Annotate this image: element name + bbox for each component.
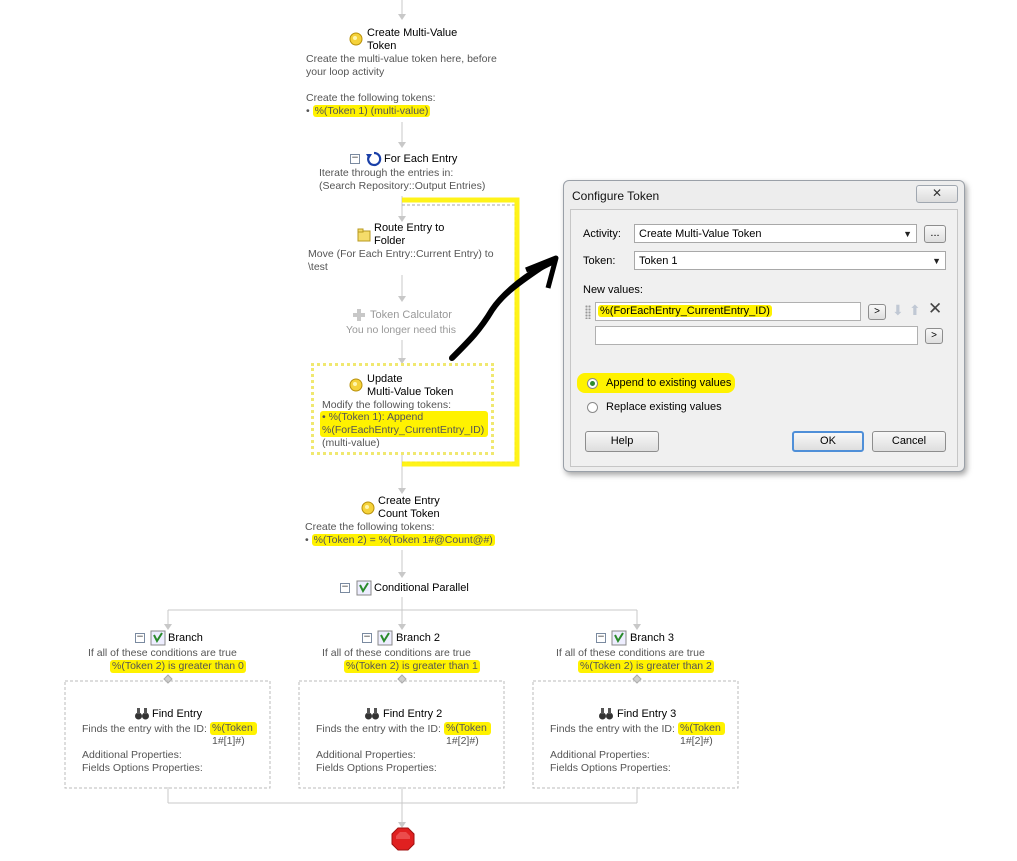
replace-label: Replace existing values [606, 401, 722, 413]
find-entry-3-desc: Finds the entry with the ID: [550, 723, 675, 735]
branch-1-title: Branch [168, 632, 203, 644]
stop-icon [391, 827, 415, 851]
move-up-icon[interactable]: ⬆ [909, 302, 921, 319]
collapse-icon[interactable]: − [362, 633, 372, 643]
token-icon [349, 32, 363, 46]
collapse-icon[interactable]: − [135, 633, 145, 643]
token-calculator-desc: You no longer need this [346, 324, 456, 336]
branch-2-title: Branch 2 [396, 632, 441, 644]
token-select[interactable]: Token 1 ▼ [634, 251, 946, 270]
branch-3-title: Branch 3 [630, 632, 675, 644]
find-entry-1-id: %(Token 1#[1]#) [210, 722, 257, 747]
move-down-icon[interactable]: ⬇ [892, 302, 904, 319]
append-radio[interactable] [587, 378, 598, 389]
create-multi-value-token: %(Token 1) (multi-value) [312, 105, 431, 117]
collapse-icon[interactable]: − [340, 583, 350, 593]
activity-select[interactable]: Create Multi-Value Token ▼ [634, 224, 917, 243]
folder-icon [357, 228, 371, 242]
find-entry-1-title: Find Entry [152, 708, 203, 720]
drag-handle-icon[interactable] [585, 305, 591, 319]
activity-browse-button[interactable]: ... [924, 225, 946, 243]
find-entry-3-props1: Additional Properties: [550, 749, 650, 761]
append-option[interactable]: Append to existing values [577, 373, 735, 393]
find-entry-1-props2: Fields Options Properties: [82, 762, 203, 774]
conditional-icon [356, 580, 372, 596]
token-calculator-title: Token Calculator [370, 309, 452, 321]
create-count-tokens-label: Create the following tokens: [305, 521, 435, 533]
activity-label: Activity: [583, 228, 621, 240]
expand-value-2-button[interactable]: > [925, 328, 943, 344]
loop-icon [366, 151, 382, 167]
branch-1-cond-label: If all of these conditions are true [88, 647, 237, 659]
update-multi-value-token: • %(Token 1): Append %(ForEachEntry_Curr… [320, 411, 488, 437]
dialog-title: Configure Token [572, 189, 660, 203]
binoculars-icon [135, 708, 149, 720]
token-icon [361, 501, 375, 515]
create-multi-value-title: Create Multi-Value Token [367, 27, 458, 52]
create-count-title: Create Entry Count Token [378, 495, 440, 520]
branch-1-cond: %(Token 2) is greater than 0 [110, 660, 246, 673]
find-entry-1-props1: Additional Properties: [82, 749, 182, 761]
collapse-icon[interactable]: − [596, 633, 606, 643]
new-values-label: New values: [583, 284, 643, 296]
activity-select-value: Create Multi-Value Token [639, 228, 762, 240]
cancel-button[interactable]: Cancel [872, 431, 946, 452]
token-icon [349, 378, 363, 392]
find-entry-3-props2: Fields Options Properties: [550, 762, 671, 774]
find-entry-2-title: Find Entry 2 [383, 708, 443, 720]
configure-token-dialog: Configure Token ✕ Activity: Create Multi… [563, 180, 965, 472]
find-entry-3-title: Find Entry 3 [617, 708, 677, 720]
branch-2-cond: %(Token 2) is greater than 1 [344, 660, 480, 673]
binoculars-icon [365, 708, 379, 720]
close-button[interactable]: ✕ [916, 185, 958, 203]
token-select-value: Token 1 [639, 255, 678, 267]
create-multi-value-token-row: • %(Token 1) (multi-value) [306, 105, 431, 117]
find-entry-2-id: %(Token 1#[2]#) [444, 722, 491, 747]
branch-3-cond-label: If all of these conditions are true [556, 647, 705, 659]
branch-3-cond: %(Token 2) is greater than 2 [578, 660, 714, 673]
route-entry-title: Route Entry to Folder [374, 222, 445, 247]
new-value-field-1[interactable]: %(ForEachEntry_CurrentEntry_ID) [595, 302, 861, 321]
branch-icon [150, 630, 166, 646]
conditional-parallel-title: Conditional Parallel [374, 582, 469, 594]
replace-radio[interactable] [587, 402, 598, 413]
find-entry-1-desc: Finds the entry with the ID: [82, 723, 207, 735]
create-multi-value-desc: Create the multi-value token here, befor… [306, 53, 497, 78]
update-multi-value-title: Update Multi-Value Token [367, 373, 454, 398]
for-each-entry-desc: Iterate through the entries in: (Search … [319, 167, 486, 192]
token-label: Token: [583, 255, 616, 267]
plus-icon [353, 309, 365, 321]
find-entry-2-props1: Additional Properties: [316, 749, 416, 761]
route-entry-desc: Move (For Each Entry::Current Entry) to … [308, 248, 494, 273]
chevron-down-icon: ▼ [932, 256, 941, 266]
find-entry-2-props2: Fields Options Properties: [316, 762, 437, 774]
find-entry-2-desc: Finds the entry with the ID: [316, 723, 441, 735]
branch-icon [377, 630, 393, 646]
chevron-down-icon: ▼ [903, 229, 912, 239]
find-entry-3-id: %(Token 1#[2]#) [678, 722, 725, 747]
create-count-token-row: • %(Token 2) = %(Token 1#@Count@#) [305, 534, 495, 546]
create-multi-value-tokens-label: Create the following tokens: [306, 92, 436, 104]
new-value-1: %(ForEachEntry_CurrentEntry_ID) [598, 305, 772, 317]
collapse-icon[interactable]: − [350, 154, 360, 164]
append-label: Append to existing values [606, 377, 732, 389]
update-multi-value-node[interactable]: Update Multi-Value Token Modify the foll… [311, 363, 494, 455]
for-each-entry-title: For Each Entry [384, 153, 458, 165]
new-value-field-2[interactable] [595, 326, 918, 345]
create-count-token: %(Token 2) = %(Token 1#@Count@#) [311, 534, 495, 546]
dialog-body: Activity: Create Multi-Value Token ▼ ...… [570, 209, 958, 467]
branch-icon [611, 630, 627, 646]
ok-button[interactable]: OK [792, 431, 864, 452]
replace-option[interactable]: Replace existing values [577, 398, 777, 416]
binoculars-icon [599, 708, 613, 720]
branch-2-cond-label: If all of these conditions are true [322, 647, 471, 659]
delete-icon[interactable]: ✕ [928, 299, 942, 319]
update-multi-value-suffix: (multi-value) [322, 437, 380, 449]
help-button[interactable]: Help [585, 431, 659, 452]
expand-value-1-button[interactable]: > [868, 304, 886, 320]
